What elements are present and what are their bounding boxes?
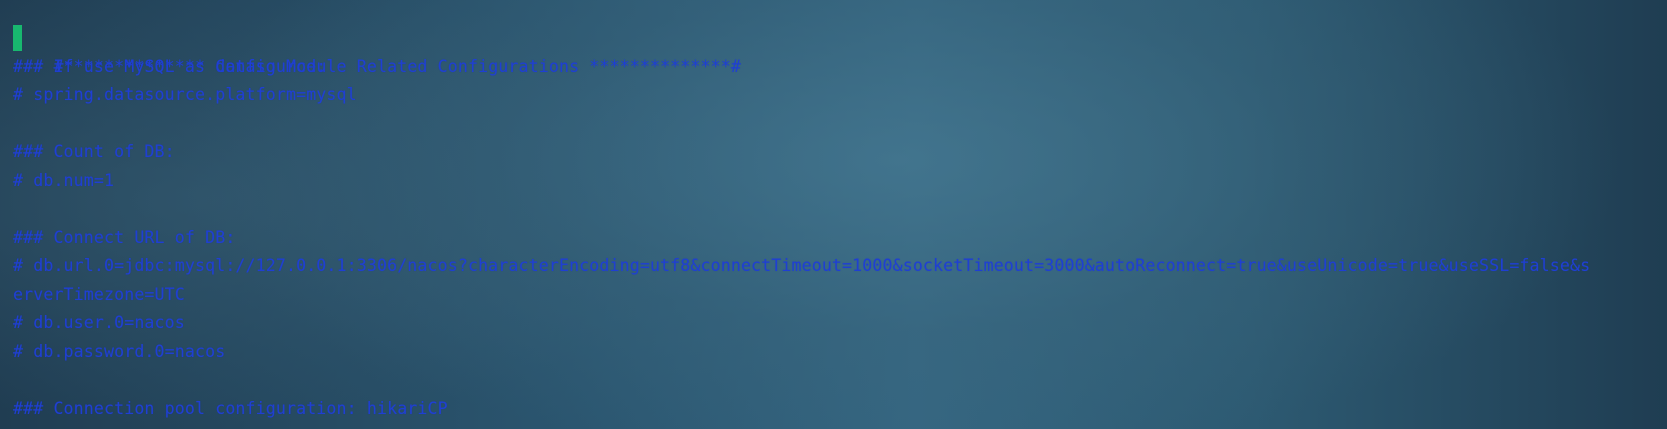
terminal-line: # db.user.0=nacos	[13, 313, 185, 332]
terminal-text-area[interactable]: #************** Config Module Related Co…	[13, 24, 1663, 423]
terminal-line: ### Count of DB:	[13, 142, 175, 161]
terminal-line: #************** Config Module Related Co…	[13, 24, 1663, 76]
terminal-line: # db.password.0=nacos	[13, 341, 226, 361]
terminal-line: ### Connect URL of DB:	[13, 227, 236, 247]
terminal-line-text: #************** Config Module Related Co…	[53, 56, 741, 76]
terminal-line: # db.url.0=jdbc:mysql://127.0.0.1:3306/n…	[13, 256, 1591, 275]
terminal-line: # spring.datasource.platform=mysql	[13, 85, 357, 104]
terminal-line: # db.num=1	[13, 170, 115, 190]
terminal-line: ### Connection pool configuration: hikar…	[13, 398, 448, 418]
terminal-line: erverTimezone=UTC	[13, 284, 185, 304]
text-cursor	[13, 25, 23, 51]
